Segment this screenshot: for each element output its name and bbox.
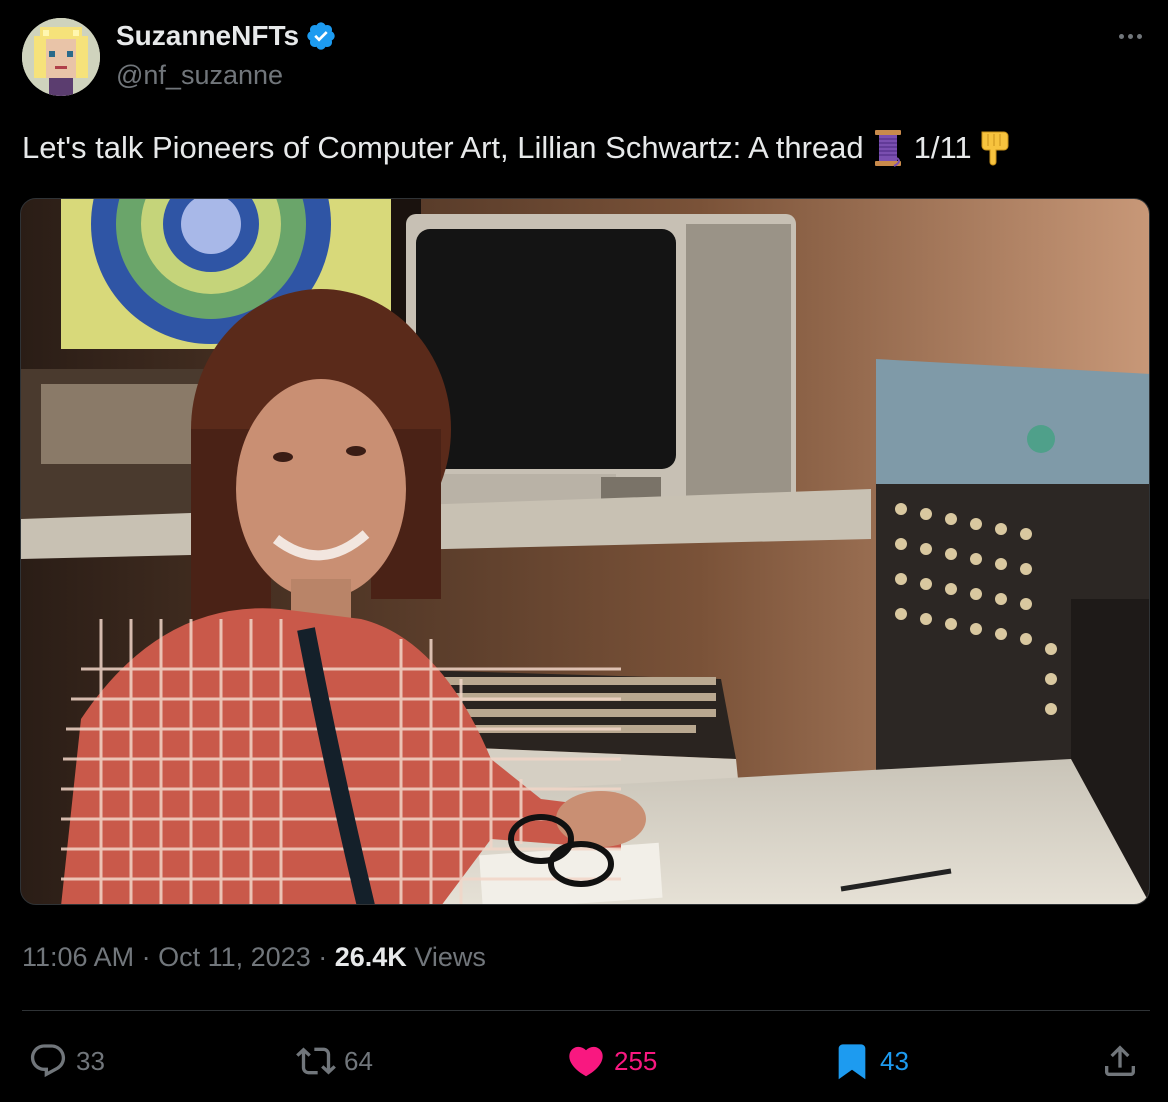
bookmark-count: 43	[880, 1045, 909, 1076]
more-dot-icon	[1136, 33, 1142, 39]
photo-image	[21, 199, 1149, 904]
verified-badge-icon	[307, 22, 335, 50]
tweet-time[interactable]: 11:06 AM	[22, 942, 134, 972]
author-display-name[interactable]: SuzanneNFTs	[116, 20, 299, 52]
reply-count: 33	[76, 1045, 105, 1076]
more-options-button[interactable]	[1110, 18, 1150, 54]
author-name[interactable]: SuzanneNFTs	[116, 20, 337, 52]
share-icon	[1105, 1045, 1135, 1076]
retweet-button[interactable]: 64	[296, 1035, 373, 1087]
tweet-date[interactable]: Oct 11, 2023	[158, 942, 311, 972]
more-dot-icon	[1118, 33, 1124, 39]
meta-separator: ·	[141, 942, 151, 972]
divider	[22, 1010, 1150, 1011]
like-count: 255	[614, 1045, 658, 1076]
share-button[interactable]	[1100, 1035, 1140, 1087]
heart-filled-icon	[569, 1046, 603, 1077]
views-label: Views	[414, 942, 486, 972]
tweet-body: Let's talk Pioneers of Computer Art, Lil…	[22, 130, 864, 165]
retweet-icon	[296, 1047, 336, 1075]
bookmark-button[interactable]: 43	[832, 1035, 909, 1087]
meta-separator: ·	[318, 942, 328, 972]
tweet-meta: 11:06 AM · Oct 11, 2023 · 26.4K Views	[22, 942, 486, 973]
author-handle[interactable]: @nf_suzanne	[116, 60, 283, 91]
pointing-down-hand-emoji-icon	[981, 131, 1009, 166]
retweet-count: 64	[344, 1045, 373, 1076]
tweet-text: Let's talk Pioneers of Computer Art, Lil…	[22, 128, 1012, 168]
views-count: 26.4K	[334, 942, 407, 972]
action-bar: 33 64 255 43	[0, 1035, 1168, 1087]
pixel-art-avatar-icon	[22, 18, 100, 96]
reply-button[interactable]: 33	[28, 1035, 105, 1087]
thread-marker: 1/11	[913, 130, 972, 165]
more-dot-icon	[1127, 33, 1133, 39]
like-button[interactable]: 255	[566, 1035, 657, 1087]
avatar[interactable]	[22, 18, 100, 96]
tweet-photo[interactable]	[20, 198, 1150, 905]
reply-icon	[30, 1044, 66, 1078]
spool-of-thread-emoji-icon	[874, 130, 901, 167]
bookmark-filled-icon	[838, 1044, 866, 1080]
